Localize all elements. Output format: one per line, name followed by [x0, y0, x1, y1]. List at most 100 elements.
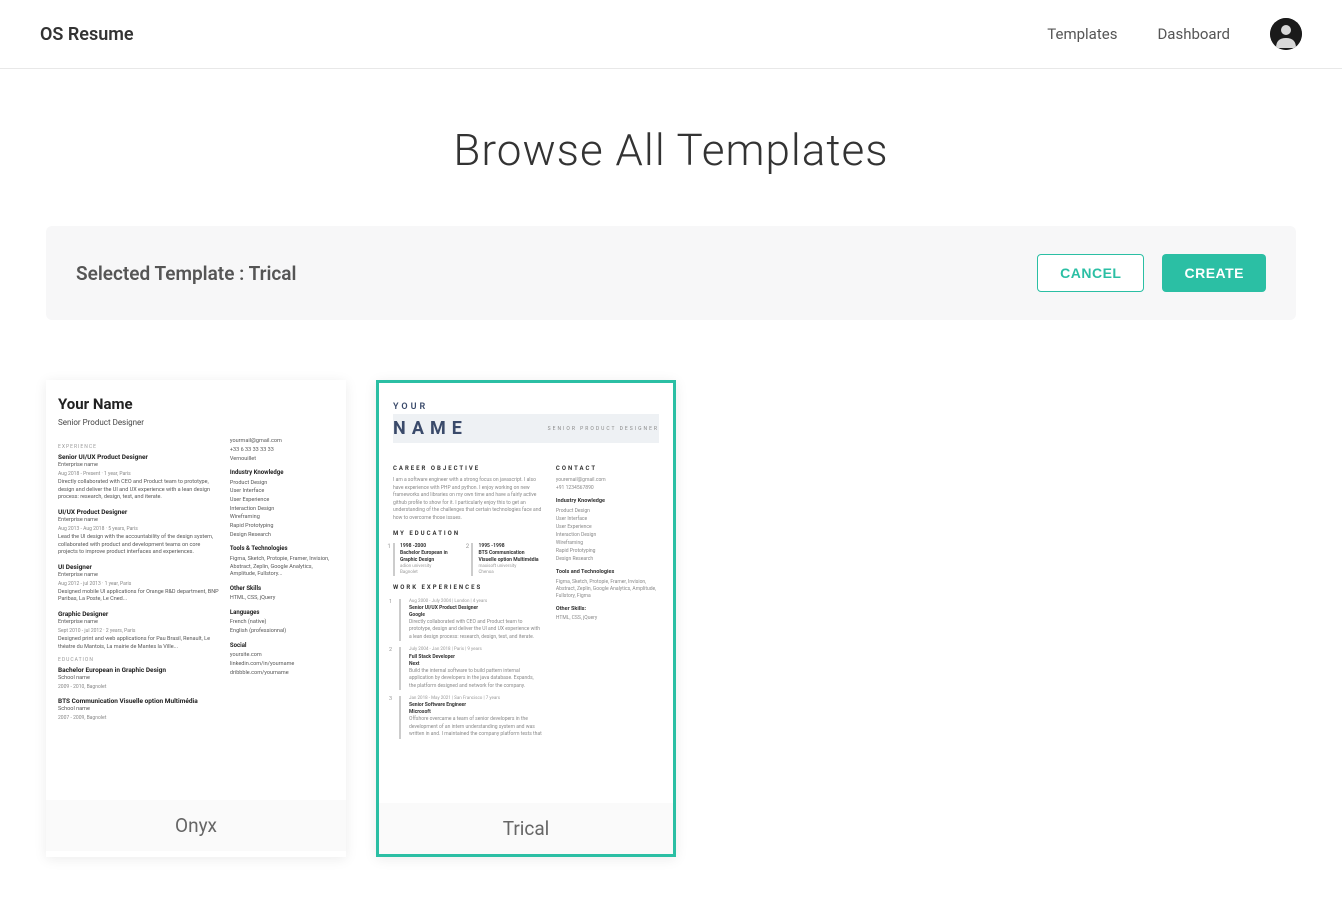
selection-label: Selected Template : Trical [76, 262, 296, 285]
template-card-onyx[interactable]: Your Name Senior Product Designer EXPERI… [46, 380, 346, 857]
side-head: Industry Knowledge [230, 469, 334, 477]
preview-role: SENIOR PRODUCT DESIGNER [548, 426, 659, 433]
contact-line: Vernouillet [230, 456, 334, 464]
edu-item: 2 1995 -1998 BTS Communication Visuelle … [471, 543, 541, 577]
job: UI Designer Enterprise name Aug 2012 - j… [58, 563, 220, 604]
job: UI/UX Product Designer Enterprise name A… [58, 508, 220, 557]
job-dates: Aug 2018 - Present · 1 year, Paris [58, 471, 220, 478]
side-line: Figma, Sketch, Protopie, Framer, Invisio… [556, 579, 659, 600]
work-company: Next [409, 661, 542, 668]
side-head: Tools & Technologies [230, 545, 334, 553]
edu-item: 1 1998 -2000 Bachelor European in Graphi… [393, 543, 463, 577]
job-desc: Directly collaborated with CEO and Produ… [58, 479, 220, 502]
job-desc: Designed print and web applications for … [58, 636, 220, 651]
template-preview: YOUR NAME SENIOR PRODUCT DESIGNER CAREER… [379, 383, 673, 803]
side-head: Social [230, 642, 334, 650]
side-line: yoursite.com [230, 652, 334, 660]
work-item: 2 July 2004 - Jan 2018 | Paris | 9 years… [399, 647, 542, 690]
edu-dates: 2007 - 2009, Bagnolet [58, 715, 220, 722]
edu: Bachelor European in Graphic Design Scho… [58, 666, 220, 691]
side-head: Industry Knowledge [556, 498, 659, 506]
edu-dates: 2009 - 2010, Bagnolet [58, 684, 220, 691]
side-line: Rapid Prototyping [230, 523, 334, 531]
work-item: 3 Jan 2018 - May 2021 | San Francisco | … [399, 696, 542, 739]
work-title: Senior Software Engineer [409, 702, 542, 709]
side-line: Rapid Prototyping [556, 548, 659, 555]
job-title: Senior UI/UX Product Designer [58, 453, 220, 462]
side-head: Tools and Technologies [556, 569, 659, 577]
preview-name1: YOUR [393, 401, 659, 414]
header: OS Resume Templates Dashboard [0, 0, 1342, 69]
work-desc: Offshore overcame a team of senior devel… [409, 716, 542, 739]
preview-name2: NAME [393, 416, 468, 441]
template-preview: Your Name Senior Product Designer EXPERI… [46, 380, 346, 800]
side-line: Interaction Design [230, 506, 334, 514]
avatar-icon [1270, 18, 1302, 50]
job: Senior UI/UX Product Designer Enterprise… [58, 453, 220, 502]
work-desc: Build the internal software to build pat… [409, 668, 542, 691]
work-desc: Directly collaborated with CEO and Produ… [409, 619, 542, 642]
edu-city: Bagnolet [400, 570, 463, 576]
side-line: Interaction Design [556, 532, 659, 539]
side-line: linkedin.com/in/yourname [230, 661, 334, 669]
edu-title: BTS Communication Visuelle option Multim… [478, 550, 541, 564]
edu-title: Bachelor European in Graphic Design [58, 666, 220, 675]
avatar[interactable] [1270, 18, 1302, 50]
side-line: Wireframing [230, 514, 334, 522]
side-line: Wireframing [556, 540, 659, 547]
edu-num: 2 [463, 543, 471, 551]
templates-grid: Your Name Senior Product Designer EXPERI… [46, 380, 1296, 917]
template-name: Trical [379, 803, 673, 854]
section-head: MY EDUCATION [393, 530, 542, 538]
side-line: HTML, CSS, jQuery [230, 595, 334, 603]
side-line: User Experience [230, 497, 334, 505]
contact-line: +91 1234567890 [556, 485, 659, 492]
logo[interactable]: OS Resume [40, 24, 134, 45]
cancel-button[interactable]: CANCEL [1037, 254, 1144, 292]
side-line: French (native) [230, 619, 334, 627]
contact-line: yourmail@gmail.com [230, 438, 334, 446]
nav-dashboard[interactable]: Dashboard [1157, 25, 1230, 43]
edu-school: School name [58, 706, 220, 714]
work-title: Senior UI/UX Product Designer [409, 605, 542, 612]
selection-actions: CANCEL CREATE [1037, 254, 1266, 292]
side-line: HTML, CSS, jQuery [556, 615, 659, 622]
create-button[interactable]: CREATE [1162, 254, 1266, 292]
side-head: Other Skills [230, 585, 334, 593]
job-company: Enterprise name [58, 517, 220, 525]
job-title: UI Designer [58, 563, 220, 572]
side-line: Product Design [230, 480, 334, 488]
job-dates: Sept 2010 - jul 2012 · 2 years, Paris [58, 628, 220, 635]
template-name: Onyx [46, 800, 346, 851]
edu-num: 1 [385, 543, 393, 551]
contact-line: youremail@gmail.com [556, 477, 659, 484]
side-line: User Interface [230, 488, 334, 496]
side-line: English (professionnal) [230, 628, 334, 636]
edu-date: 1995 -1998 [478, 543, 541, 550]
edu-school: School name [58, 675, 220, 683]
work-num: 1 [389, 599, 392, 607]
job: Graphic Designer Enterprise name Sept 20… [58, 610, 220, 651]
job-title: Graphic Designer [58, 610, 220, 619]
page-title: Browse All Templates [0, 124, 1342, 176]
side-line: dribbble.com/yourname [230, 670, 334, 678]
job-desc: Designed mobile UI applications for Oran… [58, 589, 220, 604]
nav-templates[interactable]: Templates [1047, 25, 1117, 43]
template-card-trical[interactable]: YOUR NAME SENIOR PRODUCT DESIGNER CAREER… [376, 380, 676, 857]
section-head: CONTACT [556, 465, 659, 473]
objective-text: I am a software engineer with a strong f… [393, 477, 542, 522]
job-desc: Lead the UI design with the accountabili… [58, 534, 220, 557]
job-company: Enterprise name [58, 619, 220, 627]
work-num: 2 [389, 647, 392, 655]
job-dates: Aug 2013 - Aug 2018 · 5 years, Paris [58, 526, 220, 533]
side-line: User Experience [556, 524, 659, 531]
edu: BTS Communication Visuelle option Multim… [58, 697, 220, 722]
edu-city: Chenoa [478, 570, 541, 576]
side-line: User Interface [556, 516, 659, 523]
work-item: 1 Aug 2000 - July 2004 | London | 4 year… [399, 599, 542, 642]
section-head: WORK EXPERIENCES [393, 584, 542, 592]
work-num: 3 [389, 696, 392, 704]
side-line: Design Research [230, 532, 334, 540]
preview-subtitle: Senior Product Designer [58, 417, 334, 428]
job-title: UI/UX Product Designer [58, 508, 220, 517]
